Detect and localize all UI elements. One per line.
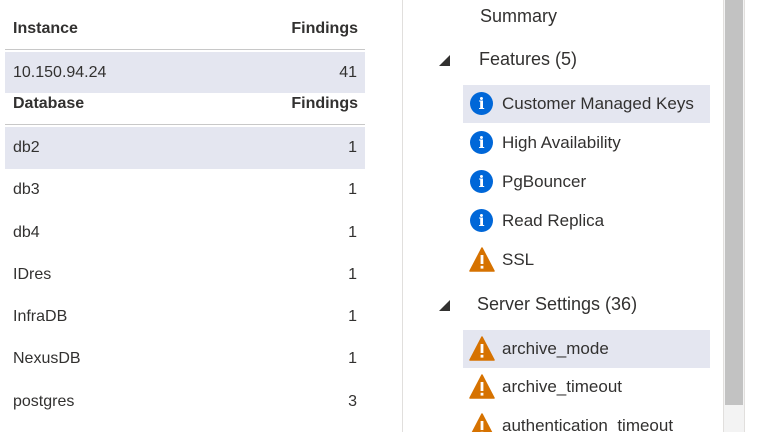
- instance-findings-column-header[interactable]: Findings: [291, 20, 358, 38]
- tree-item-archive-mode[interactable]: archive_mode: [463, 330, 710, 368]
- database-column-header[interactable]: Database: [13, 95, 84, 113]
- database-name: db2: [13, 139, 40, 156]
- warning-icon: [469, 336, 495, 362]
- tree-group-server-settings[interactable]: Server Settings (36): [403, 286, 723, 322]
- tree-item-archive-timeout[interactable]: archive_timeout: [463, 368, 710, 406]
- database-row[interactable]: db2 1: [5, 127, 365, 169]
- findings-tables: Instance Findings 10.150.94.24 41 Databa…: [5, 0, 365, 432]
- database-findings-count: 1: [348, 266, 357, 283]
- database-row[interactable]: db3 1: [5, 169, 365, 211]
- database-findings-column-header[interactable]: Findings: [291, 95, 358, 113]
- tree-item-label: authentication_timeout: [502, 416, 674, 432]
- tree-group-features[interactable]: Features (5): [403, 41, 723, 77]
- info-icon: i: [469, 130, 495, 156]
- database-row[interactable]: IDres 1: [5, 254, 365, 296]
- database-name: db4: [13, 224, 40, 241]
- tree-item-label: archive_timeout: [502, 377, 623, 396]
- info-icon: i: [469, 91, 495, 117]
- tree-item-label: High Availability: [502, 133, 621, 152]
- database-name: db3: [13, 181, 40, 198]
- database-findings-count: 1: [348, 350, 357, 367]
- findings-tree: Summary Features (5) i Customer Managed …: [403, 0, 723, 432]
- instance-table-header: Instance Findings: [5, 8, 365, 50]
- tree-item-customer-managed-keys[interactable]: i Customer Managed Keys: [463, 85, 710, 123]
- database-name: postgres: [13, 393, 75, 410]
- database-findings-count: 1: [348, 224, 357, 241]
- tree-group-label: Server Settings (36): [477, 293, 638, 314]
- warning-icon: [469, 413, 495, 432]
- caret-expanded-icon[interactable]: [439, 55, 450, 66]
- database-findings-count: 3: [348, 393, 357, 410]
- tree-item-label: archive_mode: [502, 339, 609, 358]
- tree-item-label: SSL: [502, 250, 535, 269]
- database-row[interactable]: InfraDB 1: [5, 296, 365, 338]
- database-name: IDres: [13, 266, 52, 283]
- tree-item-read-replica[interactable]: i Read Replica: [463, 202, 710, 240]
- tree-summary-node[interactable]: Summary: [480, 6, 557, 27]
- tree-group-label: Features (5): [479, 48, 578, 69]
- tree-item-authentication-timeout[interactable]: authentication_timeout: [463, 407, 710, 432]
- tree-item-pgbouncer[interactable]: i PgBouncer: [463, 163, 710, 201]
- database-row[interactable]: postgres 3: [5, 381, 365, 423]
- instance-column-header[interactable]: Instance: [13, 20, 78, 38]
- database-findings-count: 1: [348, 181, 357, 198]
- database-name: NexusDB: [13, 350, 81, 367]
- tree-item-label: Customer Managed Keys: [502, 94, 694, 113]
- instance-name: 10.150.94.24: [13, 63, 107, 81]
- tree-item-label: Read Replica: [502, 211, 605, 230]
- database-findings-count: 1: [348, 308, 357, 325]
- database-name: InfraDB: [13, 308, 68, 325]
- tree-item-high-availability[interactable]: i High Availability: [463, 124, 710, 162]
- database-findings-count: 1: [348, 139, 357, 156]
- info-icon: i: [469, 208, 495, 234]
- caret-expanded-icon[interactable]: [439, 300, 450, 311]
- database-row[interactable]: NexusDB 1: [5, 338, 365, 380]
- info-icon: i: [469, 169, 495, 195]
- tree-item-ssl[interactable]: SSL: [463, 241, 710, 279]
- database-row[interactable]: db4 1: [5, 212, 365, 254]
- database-table-header: Database Findings: [5, 83, 365, 125]
- instance-findings-count: 41: [339, 63, 357, 81]
- scrollbar-thumb[interactable]: [725, 0, 743, 405]
- tree-item-label: PgBouncer: [502, 172, 587, 191]
- warning-icon: [469, 374, 495, 400]
- warning-icon: [469, 247, 495, 273]
